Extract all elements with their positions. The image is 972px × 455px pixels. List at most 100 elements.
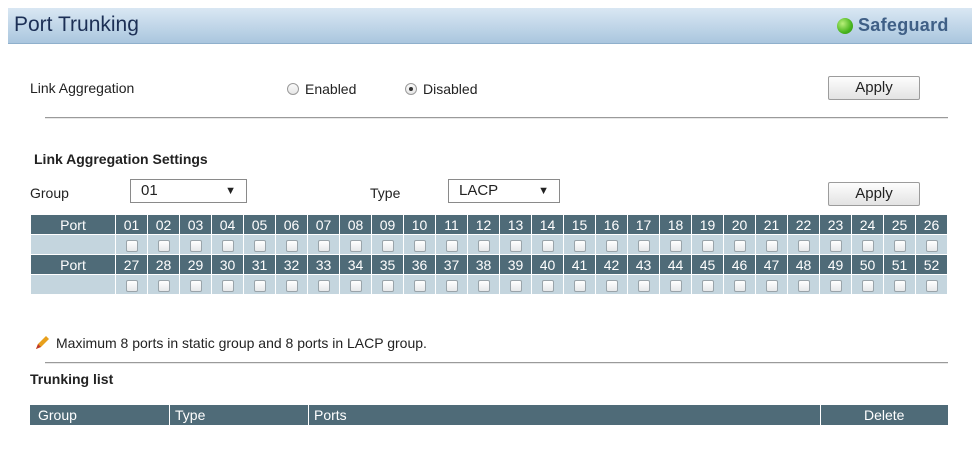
port-checkbox[interactable] <box>925 279 938 292</box>
port-checkbox-cell <box>499 274 532 295</box>
type-select[interactable]: LACP ▼ <box>448 179 560 203</box>
port-checkbox[interactable] <box>349 239 362 252</box>
radio-disabled-icon[interactable] <box>405 83 417 95</box>
port-checkbox[interactable] <box>541 239 554 252</box>
column-separator <box>308 405 309 425</box>
group-select-value: 01 <box>141 182 158 199</box>
port-checkbox[interactable] <box>765 279 778 292</box>
settings-apply-button[interactable]: Apply <box>828 182 920 206</box>
port-checkbox[interactable] <box>829 239 842 252</box>
port-checkbox[interactable] <box>733 239 746 252</box>
port-checkbox[interactable] <box>861 279 874 292</box>
chevron-down-icon: ▼ <box>538 185 549 197</box>
port-number: 16 <box>595 214 628 235</box>
port-checkbox[interactable] <box>157 279 170 292</box>
port-checkbox[interactable] <box>733 279 746 292</box>
page-title: Port Trunking <box>14 13 139 36</box>
link-aggregation-apply-button[interactable]: Apply <box>828 76 920 100</box>
port-checkbox[interactable] <box>125 279 138 292</box>
port-checkbox[interactable] <box>317 239 330 252</box>
group-label: Group <box>30 185 69 201</box>
port-checkbox-cell <box>755 274 788 295</box>
column-separator <box>820 405 821 425</box>
port-checkbox-cell <box>723 234 756 255</box>
port-checkbox[interactable] <box>253 279 266 292</box>
radio-enabled[interactable]: Enabled <box>287 81 356 97</box>
port-checkbox[interactable] <box>445 279 458 292</box>
port-checkbox[interactable] <box>893 239 906 252</box>
radio-enabled-icon[interactable] <box>287 83 299 95</box>
port-checkbox-cell <box>787 234 820 255</box>
port-checkbox-cell <box>659 234 692 255</box>
port-checkbox[interactable] <box>189 239 202 252</box>
port-checkbox[interactable] <box>125 239 138 252</box>
port-checkbox[interactable] <box>797 239 810 252</box>
port-checkbox-cell <box>403 234 436 255</box>
port-checkbox[interactable] <box>189 279 202 292</box>
port-number: 04 <box>211 214 244 235</box>
port-checkbox[interactable] <box>669 279 682 292</box>
port-number-row: Port 01 02 03 04 05 06 07 08 09 10 11 12 13 14 15 16 17 18… <box>30 214 948 235</box>
radio-disabled-label: Disabled <box>423 81 478 97</box>
port-checkbox[interactable] <box>509 239 522 252</box>
port-checkbox[interactable] <box>285 279 298 292</box>
port-checkbox[interactable] <box>893 279 906 292</box>
port-checkbox[interactable] <box>829 279 842 292</box>
port-number: 40 <box>531 254 564 275</box>
port-number: 31 <box>243 254 276 275</box>
port-checkbox-cell <box>371 274 404 295</box>
port-checkbox[interactable] <box>701 279 714 292</box>
port-checkbox[interactable] <box>669 239 682 252</box>
port-checkbox-cell <box>915 234 948 255</box>
port-checkbox[interactable] <box>349 279 362 292</box>
port-checkbox[interactable] <box>541 279 554 292</box>
port-checkbox[interactable] <box>381 279 394 292</box>
port-number: 10 <box>403 214 436 235</box>
port-checkbox[interactable] <box>445 239 458 252</box>
port-checkbox[interactable] <box>317 279 330 292</box>
port-checkbox[interactable] <box>701 239 714 252</box>
port-checkbox[interactable] <box>797 279 810 292</box>
port-checkbox[interactable] <box>413 279 426 292</box>
port-checkbox[interactable] <box>253 239 266 252</box>
type-label: Type <box>370 185 401 201</box>
port-checkbox[interactable] <box>157 239 170 252</box>
port-checkbox-cell <box>115 234 148 255</box>
port-checkbox[interactable] <box>605 239 618 252</box>
port-checkbox[interactable] <box>637 279 650 292</box>
port-checkbox-cell <box>851 234 884 255</box>
port-checkbox[interactable] <box>573 279 586 292</box>
port-checkbox[interactable] <box>765 239 778 252</box>
port-checkbox-cell <box>595 274 628 295</box>
port-checkbox[interactable] <box>413 239 426 252</box>
port-checkbox[interactable] <box>605 279 618 292</box>
port-checkbox[interactable] <box>381 239 394 252</box>
port-number: 13 <box>499 214 532 235</box>
divider <box>45 362 948 364</box>
port-checkbox[interactable] <box>925 239 938 252</box>
port-checkbox-cell <box>659 274 692 295</box>
port-checkbox-cell <box>691 234 724 255</box>
port-number: 45 <box>691 254 724 275</box>
port-checkbox-cell <box>755 234 788 255</box>
port-checkbox[interactable] <box>477 279 490 292</box>
port-checkbox-cell <box>467 234 500 255</box>
port-checkbox-cell <box>147 234 180 255</box>
port-number: 20 <box>723 214 756 235</box>
port-checkbox[interactable] <box>861 239 874 252</box>
link-aggregation-label: Link Aggregation <box>30 80 135 96</box>
port-checkbox[interactable] <box>509 279 522 292</box>
port-checkbox[interactable] <box>573 239 586 252</box>
pencil-icon <box>36 336 49 349</box>
port-checkbox[interactable] <box>637 239 650 252</box>
port-checkbox[interactable] <box>221 239 234 252</box>
group-select[interactable]: 01 ▼ <box>130 179 247 203</box>
port-checkbox[interactable] <box>221 279 234 292</box>
port-checkbox-row-label <box>30 234 116 255</box>
port-number: 30 <box>211 254 244 275</box>
port-number: 42 <box>595 254 628 275</box>
port-number: 41 <box>563 254 596 275</box>
port-checkbox[interactable] <box>477 239 490 252</box>
radio-disabled[interactable]: Disabled <box>405 81 477 97</box>
port-checkbox[interactable] <box>285 239 298 252</box>
